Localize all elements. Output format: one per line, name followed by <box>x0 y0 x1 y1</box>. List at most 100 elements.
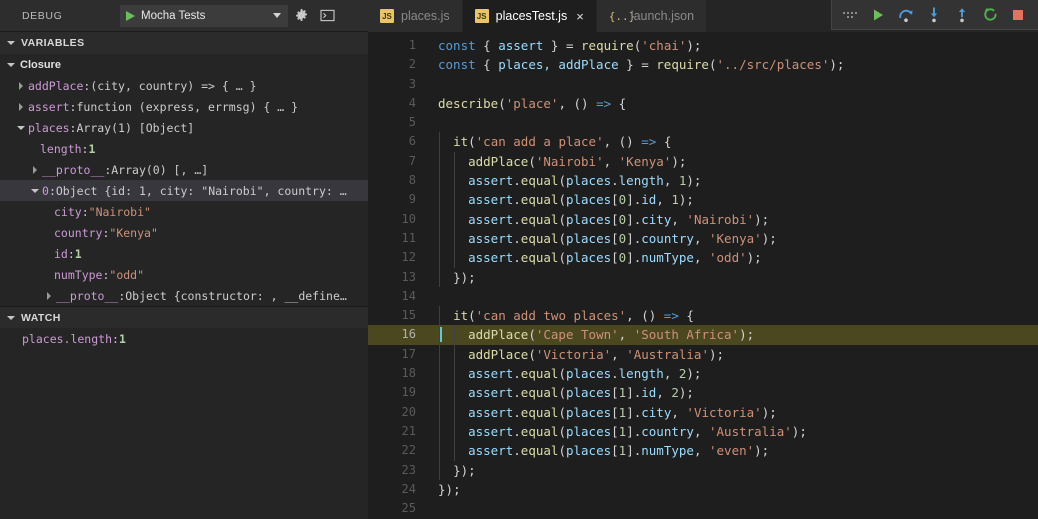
line-number: 20 <box>401 404 416 419</box>
line-text: assert.equal(places.length, 2); <box>438 364 701 384</box>
gear-icon[interactable] <box>288 3 314 29</box>
variable-separator: : <box>118 288 126 303</box>
variable-row[interactable]: length : 1 <box>0 138 368 159</box>
chevron-down-icon[interactable] <box>6 315 16 320</box>
variable-row[interactable]: id : 1 <box>0 243 368 264</box>
variable-name: 0 <box>42 183 49 198</box>
code-line[interactable]: 22 assert.equal(places[1].numType, 'even… <box>368 441 1038 461</box>
debug-titlebar: DEBUG Mocha Tests <box>0 0 368 32</box>
variable-row[interactable]: places : Array(1) [Object] <box>0 117 368 138</box>
line-number: 2 <box>408 57 416 72</box>
code-line[interactable]: 8 assert.equal(places.length, 1); <box>368 171 1038 191</box>
line-text: addPlace('Victoria', 'Australia'); <box>438 344 724 365</box>
line-number: 22 <box>401 443 416 458</box>
code-line[interactable]: 17 addPlace('Victoria', 'Australia'); <box>368 344 1038 365</box>
variable-row[interactable]: 0 : Object {id: 1, city: "Nairobi", coun… <box>0 180 368 201</box>
code-line[interactable]: 7 addPlace('Nairobi', 'Kenya'); <box>368 151 1038 172</box>
restart-button[interactable] <box>976 1 1004 29</box>
js-file-icon: JS <box>474 9 489 23</box>
code-line[interactable]: 1 const { assert } = require('chai'); <box>368 36 1038 55</box>
json-file-icon: {..} <box>608 9 636 23</box>
chevron-down-icon[interactable] <box>273 13 281 18</box>
chevron-down-icon[interactable] <box>16 125 26 130</box>
code-line[interactable]: 21 assert.equal(places[1].country, 'Aust… <box>368 421 1038 442</box>
chevron-right-icon[interactable] <box>44 291 54 300</box>
variable-value: "odd" <box>109 267 145 282</box>
editor-tab-places-js[interactable]: JS places.js <box>368 0 463 32</box>
code-line[interactable]: 14 <box>368 287 1038 306</box>
code-line[interactable]: 25 <box>368 499 1038 518</box>
line-number: 14 <box>401 288 416 303</box>
code-line[interactable]: 12 assert.equal(places[0].numType, 'odd'… <box>368 248 1038 268</box>
chevron-down-icon[interactable] <box>6 62 16 67</box>
code-line[interactable]: 23 }); <box>368 460 1038 480</box>
drag-handle-icon[interactable] <box>836 1 864 29</box>
line-text: }); <box>438 481 461 497</box>
line-number: 3 <box>408 76 416 91</box>
code-line-current[interactable]: 16 addPlace('Cape Town', 'South Africa')… <box>368 325 1038 345</box>
variable-value: Object {id: 1, city: "Nairobi", country:… <box>55 183 347 198</box>
line-text: assert.equal(places[1].id, 2); <box>438 383 694 403</box>
variable-row[interactable]: addPlace : (city, country) => { … } <box>0 75 368 96</box>
chevron-right-icon[interactable] <box>30 165 40 174</box>
variable-row[interactable]: assert : function (express, errmsg) { … … <box>0 96 368 117</box>
line-number: 21 <box>401 423 416 438</box>
editor-tab-placestest-js[interactable]: JS placesTest.js × <box>462 0 597 32</box>
code-line[interactable]: 10 assert.equal(places[0].city, 'Nairobi… <box>368 209 1038 229</box>
terminal-icon[interactable] <box>314 3 340 29</box>
editor-tab-launch-json[interactable]: {..} launch.json <box>596 0 708 32</box>
chevron-right-icon[interactable] <box>16 81 26 90</box>
launch-config-label: Mocha Tests <box>141 9 206 22</box>
variable-row[interactable]: country : "Kenya" <box>0 222 368 243</box>
code-line[interactable]: 20 assert.equal(places[1].city, 'Victori… <box>368 402 1038 422</box>
watch-separator: : <box>112 331 119 346</box>
chevron-down-icon[interactable] <box>6 41 16 45</box>
debug-toolbar <box>831 0 1038 30</box>
launch-config-select[interactable]: Mocha Tests <box>120 4 288 27</box>
line-text: addPlace('Cape Town', 'South Africa'); <box>438 325 754 345</box>
code-line[interactable]: 24 }); <box>368 480 1038 499</box>
step-out-button[interactable] <box>948 1 976 29</box>
watch-expression-value: 1 <box>118 331 126 346</box>
watch-expression-row[interactable]: places.length : 1 <box>0 328 368 349</box>
watch-expression-name: places.length <box>22 331 113 346</box>
continue-button[interactable] <box>864 1 892 29</box>
js-file-icon: JS <box>380 9 394 23</box>
variable-value: function (express, errmsg) { … } <box>76 99 299 114</box>
close-icon[interactable]: × <box>574 10 584 23</box>
line-text: it('can add two places', () => { <box>438 306 694 326</box>
code-line[interactable]: 5 <box>368 113 1038 132</box>
variable-row[interactable]: numType : "odd" <box>0 264 368 285</box>
stop-button[interactable] <box>1004 1 1032 29</box>
code-line[interactable]: 15 it('can add two places', () => { <box>368 306 1038 326</box>
variables-scope-closure[interactable]: Closure <box>0 54 368 75</box>
code-line[interactable]: 18 assert.equal(places.length, 2); <box>368 364 1038 384</box>
line-text: assert.equal(places[0].country, 'Kenya')… <box>438 228 777 249</box>
chevron-down-icon[interactable] <box>30 188 40 193</box>
chevron-right-icon[interactable] <box>16 102 26 111</box>
step-into-button[interactable] <box>920 1 948 29</box>
code-line[interactable]: 11 assert.equal(places[0].country, 'Keny… <box>368 228 1038 249</box>
watch-section-header[interactable]: WATCH <box>0 306 368 328</box>
line-text: assert.equal(places[0].numType, 'odd'); <box>438 248 762 268</box>
main-body: VARIABLES Closure addPlace : (city, coun… <box>0 32 1038 519</box>
line-number: 13 <box>401 269 416 284</box>
code-line[interactable]: 9 assert.equal(places[0].id, 1); <box>368 190 1038 210</box>
variables-section-header[interactable]: VARIABLES <box>0 32 368 54</box>
code-line[interactable]: 6 it('can add a place', () => { <box>368 132 1038 152</box>
line-number: 23 <box>401 462 416 477</box>
section-title: WATCH <box>21 311 61 324</box>
code-line[interactable]: 13 }); <box>368 267 1038 287</box>
variable-row[interactable]: __proto__ : Array(0) [, …] <box>0 159 368 180</box>
variable-row[interactable]: __proto__ : Object {constructor: , __def… <box>0 285 368 306</box>
debug-sidebar: VARIABLES Closure addPlace : (city, coun… <box>0 32 368 519</box>
start-debug-icon[interactable] <box>126 10 135 21</box>
code-editor[interactable]: 1 const { assert } = require('chai'); 2 … <box>368 32 1038 519</box>
code-line[interactable]: 2 const { places, addPlace } = require('… <box>368 55 1038 74</box>
variable-value: (city, country) => { … } <box>90 78 257 93</box>
code-line[interactable]: 4 describe('place', () => { <box>368 94 1038 113</box>
variable-row[interactable]: city : "Nairobi" <box>0 201 368 222</box>
code-line[interactable]: 3 <box>368 75 1038 94</box>
code-line[interactable]: 19 assert.equal(places[1].id, 2); <box>368 383 1038 403</box>
step-over-button[interactable] <box>892 1 920 29</box>
